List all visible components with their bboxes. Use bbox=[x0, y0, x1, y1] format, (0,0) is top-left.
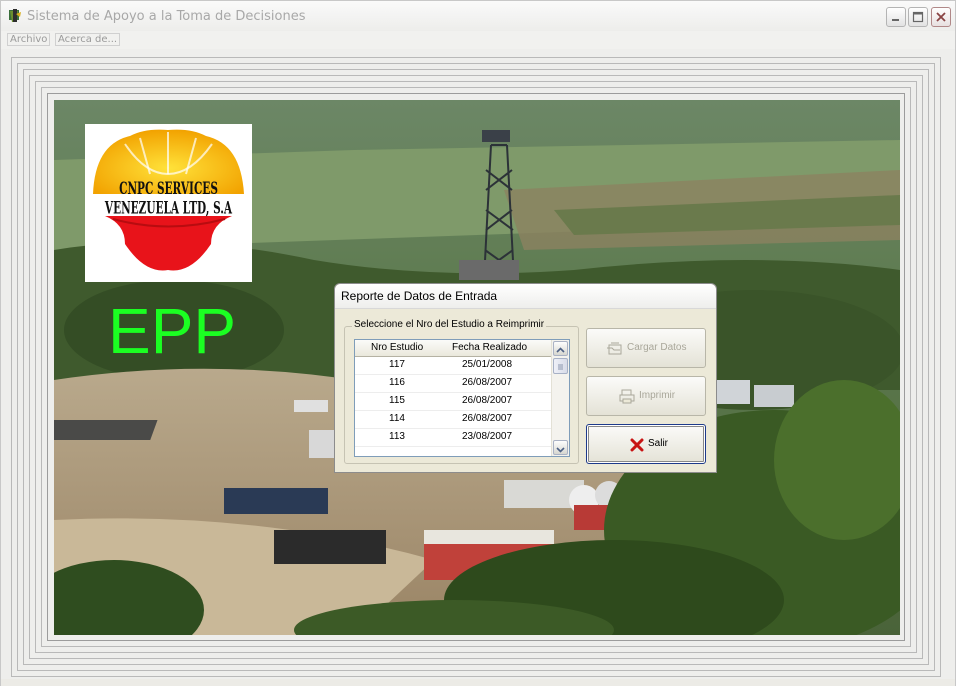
company-logo: CNPC SERVICES VENEZUELA LTD, S.A bbox=[85, 124, 252, 282]
dialog-title-bar[interactable]: Reporte de Datos de Entrada bbox=[335, 284, 716, 309]
status-bar bbox=[1, 679, 955, 686]
row-fecha: 23/08/2007 bbox=[462, 431, 513, 442]
printer-icon bbox=[619, 389, 635, 404]
scroll-thumb[interactable] bbox=[553, 358, 568, 374]
cargar-datos-button[interactable]: Cargar Datos bbox=[586, 328, 706, 368]
menu-bar: Archivo Acerca de... bbox=[1, 31, 955, 49]
row-fecha: 26/08/2007 bbox=[462, 413, 513, 424]
exit-x-icon bbox=[630, 438, 644, 452]
chevron-down-icon bbox=[556, 447, 565, 453]
scroll-down-button[interactable] bbox=[553, 440, 568, 455]
column-header-nro[interactable]: Nro Estudio bbox=[371, 342, 423, 353]
row-nro: 113 bbox=[389, 431, 405, 442]
list-header: Nro Estudio Fecha Realizado bbox=[355, 340, 551, 357]
epp-label: EPP bbox=[108, 295, 237, 367]
table-row[interactable]: 117 25/01/2008 bbox=[355, 357, 551, 375]
app-icon bbox=[9, 9, 21, 22]
row-nro: 115 bbox=[389, 395, 405, 406]
table-row[interactable]: 113 23/08/2007 bbox=[355, 429, 551, 447]
chevron-up-icon bbox=[556, 347, 565, 353]
study-group: Seleccione el Nro del Estudio a Reimprim… bbox=[344, 319, 579, 464]
menu-acerca-de[interactable]: Acerca de... bbox=[55, 33, 121, 46]
report-dialog: Reporte de Datos de Entrada Seleccione e… bbox=[334, 283, 717, 473]
imprimir-label: Imprimir bbox=[639, 390, 676, 401]
table-row[interactable]: 114 26/08/2007 bbox=[355, 411, 551, 429]
scroll-up-button[interactable] bbox=[553, 341, 568, 356]
row-fecha: 26/08/2007 bbox=[462, 395, 513, 406]
load-data-icon bbox=[607, 342, 622, 355]
maximize-button[interactable] bbox=[908, 7, 928, 27]
logo-text: CNPC SERVICES VENEZUELA LTD, S.A bbox=[104, 179, 233, 219]
dialog-title: Reporte de Datos de Entrada bbox=[341, 289, 498, 303]
maximize-icon bbox=[912, 11, 924, 23]
main-window: Sistema de Apoyo a la Toma de Decisiones… bbox=[0, 0, 956, 686]
close-button[interactable] bbox=[931, 7, 951, 27]
row-nro: 117 bbox=[389, 359, 405, 370]
salir-button[interactable]: Salir bbox=[586, 424, 706, 464]
menu-archivo[interactable]: Archivo bbox=[7, 33, 51, 46]
table-row[interactable]: 116 26/08/2007 bbox=[355, 375, 551, 393]
grip-icon bbox=[558, 364, 563, 370]
row-fecha: 26/08/2007 bbox=[462, 377, 513, 388]
study-list[interactable]: Nro Estudio Fecha Realizado 117 25/01/20… bbox=[354, 339, 570, 457]
row-fecha: 25/01/2008 bbox=[462, 359, 513, 370]
minimize-icon bbox=[892, 19, 899, 21]
imprimir-button[interactable]: Imprimir bbox=[586, 376, 706, 416]
table-row[interactable]: 115 26/08/2007 bbox=[355, 393, 551, 411]
list-scrollbar[interactable] bbox=[551, 340, 569, 456]
cargar-datos-label: Cargar Datos bbox=[627, 342, 687, 353]
column-header-fecha[interactable]: Fecha Realizado bbox=[452, 342, 527, 353]
group-label: Seleccione el Nro del Estudio a Reimprim… bbox=[352, 319, 547, 330]
row-nro: 116 bbox=[389, 377, 405, 388]
title-bar[interactable]: Sistema de Apoyo a la Toma de Decisiones bbox=[1, 1, 955, 32]
salir-label: Salir bbox=[648, 438, 669, 449]
close-icon bbox=[936, 12, 946, 22]
row-nro: 114 bbox=[389, 413, 405, 424]
window-title: Sistema de Apoyo a la Toma de Decisiones bbox=[27, 9, 306, 24]
minimize-button[interactable] bbox=[886, 7, 906, 27]
